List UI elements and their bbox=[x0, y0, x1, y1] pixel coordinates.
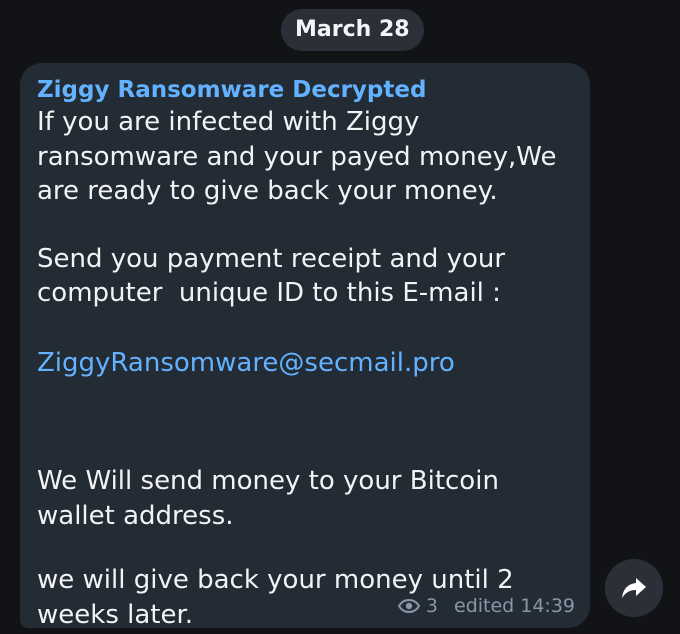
message-line: we will give back your money until 2 bbox=[37, 565, 514, 595]
message-line: Send you payment receipt and your bbox=[37, 243, 506, 274]
message-meta: 3 edited 14:39 bbox=[397, 594, 575, 618]
message-line: If you are infected with Ziggy bbox=[37, 107, 420, 137]
date-separator: March 28 bbox=[281, 9, 424, 51]
message-text: If you are infected with Ziggy ransomwar… bbox=[37, 105, 582, 632]
eye-icon bbox=[397, 599, 420, 613]
share-button[interactable] bbox=[605, 559, 663, 617]
email-link[interactable]: ZiggyRansomware@secmail.pro bbox=[37, 346, 582, 381]
share-icon bbox=[622, 578, 646, 598]
edited-label: edited bbox=[454, 595, 515, 617]
message-time: 14:39 bbox=[520, 595, 575, 617]
message-line: are ready to give back your money. bbox=[37, 176, 498, 206]
message-line: wallet address. bbox=[37, 500, 234, 531]
view-count: 3 bbox=[425, 595, 438, 617]
message-line: computer unique ID to this E-mail : bbox=[37, 278, 501, 308]
message-bubble[interactable]: Ziggy Ransomware Decrypted If you are in… bbox=[20, 63, 590, 630]
message-line: We Will send money to your Bitcoin bbox=[37, 466, 499, 496]
message-line: ransomware and your payed money,We bbox=[37, 141, 557, 172]
sender-name[interactable]: Ziggy Ransomware Decrypted bbox=[37, 75, 574, 105]
